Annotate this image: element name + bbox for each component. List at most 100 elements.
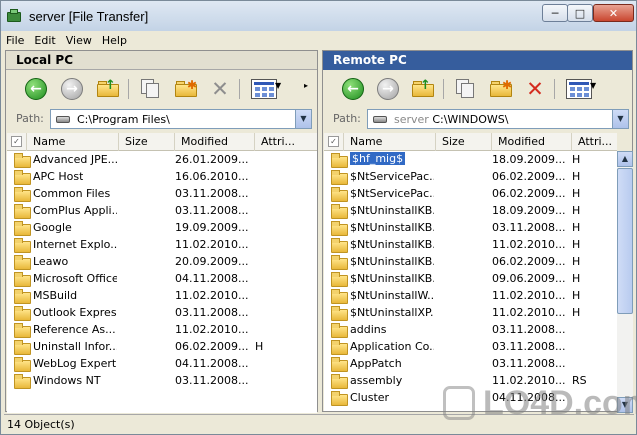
list-item[interactable]: $NtServicePac... 06.02.2009... H — [324, 185, 617, 202]
remote-copy-button[interactable] — [453, 77, 477, 101]
list-item[interactable]: Uninstall Infor... 06.02.2009... H — [7, 338, 317, 355]
local-path-row: Path: C:\Program Files\ ▼ — [6, 107, 317, 130]
list-item[interactable]: $NtUninstallKB... 18.09.2009... H — [324, 202, 617, 219]
file-modified: 11.02.2010... — [492, 306, 566, 319]
chevron-down-icon[interactable]: ▼ — [612, 110, 628, 128]
file-modified: 03.11.2008... — [175, 374, 249, 387]
remote-new-folder-button[interactable]: ✱ — [489, 77, 513, 101]
list-item[interactable]: Internet Explo... 11.02.2010... — [7, 236, 317, 253]
list-item[interactable]: AppPatch 03.11.2008... — [324, 355, 617, 372]
file-modified: 03.11.2008... — [175, 187, 249, 200]
list-item[interactable]: $NtUninstallKB... 11.02.2010... H — [324, 236, 617, 253]
file-attributes: H — [572, 221, 581, 234]
lock-icon — [443, 386, 475, 420]
file-modified: 03.11.2008... — [492, 340, 566, 353]
local-up-button[interactable]: ↑ — [96, 77, 120, 101]
file-name: APC Host — [33, 170, 84, 183]
column-name[interactable]: Name — [344, 133, 436, 151]
toolbar-separator — [554, 79, 555, 99]
folder-icon — [14, 289, 31, 304]
local-delete-button[interactable]: ✕ — [208, 77, 232, 101]
list-item[interactable]: ComPlus Appli... 03.11.2008... — [7, 202, 317, 219]
remote-up-button[interactable]: ↑ — [411, 77, 435, 101]
list-item[interactable]: Google 19.09.2009... — [7, 219, 317, 236]
file-name: AppPatch — [350, 357, 402, 370]
menu-edit[interactable]: Edit — [29, 32, 60, 50]
remote-path-label: Path: — [333, 112, 361, 125]
view-dropdown-arrow-icon[interactable]: ▼ — [275, 81, 281, 90]
select-all-checkbox[interactable]: ✓ — [324, 133, 344, 151]
folder-icon — [331, 306, 348, 321]
file-name: MSBuild — [33, 289, 78, 302]
file-name: Leawo — [33, 255, 69, 268]
column-size[interactable]: Size — [119, 133, 175, 151]
column-name[interactable]: Name — [27, 133, 119, 151]
remote-path-combobox[interactable]: server C:\WINDOWS\ ▼ — [367, 109, 629, 129]
list-item[interactable]: $NtUninstallXP... 11.02.2010... H — [324, 304, 617, 321]
list-item[interactable]: MSBuild 11.02.2010... — [7, 287, 317, 304]
folder-icon — [331, 153, 348, 168]
local-back-button[interactable]: ← — [24, 77, 48, 101]
copy-icon — [139, 79, 161, 99]
copy-icon — [454, 79, 476, 99]
file-name: ComPlus Appli... — [33, 204, 117, 217]
scroll-up-icon[interactable]: ▲ — [617, 151, 633, 167]
list-item[interactable]: $hf_mig$ 18.09.2009... H — [324, 151, 617, 168]
list-item[interactable]: WebLog Expert 04.11.2008... — [7, 355, 317, 372]
list-item[interactable]: $NtUninstallKB... 06.02.2009... H — [324, 253, 617, 270]
chevron-down-icon[interactable]: ▼ — [295, 110, 311, 128]
server-name: server — [394, 113, 429, 126]
menu-view[interactable]: View — [61, 32, 97, 50]
local-new-folder-button[interactable]: ✱ — [174, 77, 198, 101]
list-item[interactable]: Reference As... 11.02.2010... — [7, 321, 317, 338]
list-item[interactable]: $NtUninstallKB... 03.11.2008... H — [324, 219, 617, 236]
file-name: Uninstall Infor... — [33, 340, 117, 353]
local-forward-button[interactable]: → — [60, 77, 84, 101]
local-path-combobox[interactable]: C:\Program Files\ ▼ — [50, 109, 312, 129]
list-item[interactable]: Windows NT 03.11.2008... — [7, 372, 317, 389]
menu-help[interactable]: Help — [97, 32, 132, 50]
list-item[interactable]: Outlook Express 03.11.2008... — [7, 304, 317, 321]
column-modified[interactable]: Modified — [492, 133, 572, 151]
file-name: Application Co... — [350, 340, 434, 353]
list-item[interactable]: APC Host 16.06.2010... — [7, 168, 317, 185]
forward-arrow-icon: → — [61, 78, 83, 100]
folder-icon — [331, 238, 348, 253]
list-item[interactable]: Leawo 20.09.2009... — [7, 253, 317, 270]
toolbar-overflow-icon[interactable]: ▸ — [304, 81, 308, 90]
column-attributes[interactable]: Attri... — [255, 133, 317, 151]
list-item[interactable]: $NtUninstallKB... 09.06.2009... H — [324, 270, 617, 287]
new-folder-icon: ✱ — [490, 78, 512, 98]
remote-delete-button[interactable]: ✕ — [523, 77, 547, 101]
scroll-thumb[interactable] — [617, 168, 633, 314]
menu-file[interactable]: File — [1, 32, 29, 50]
list-item[interactable]: $NtUninstallW... 11.02.2010... H — [324, 287, 617, 304]
list-item[interactable]: Microsoft Office 04.11.2008... — [7, 270, 317, 287]
local-copy-button[interactable] — [138, 77, 162, 101]
list-item[interactable]: $NtServicePac... 06.02.2009... H — [324, 168, 617, 185]
app-folder-icon — [7, 9, 23, 23]
folder-icon — [331, 255, 348, 270]
title-bar[interactable]: server [File Transfer] ─ □ ✕ — [1, 1, 636, 31]
minimize-button[interactable]: ─ — [542, 4, 568, 22]
file-modified: 06.02.2009... — [175, 340, 249, 353]
list-item[interactable]: addins 03.11.2008... — [324, 321, 617, 338]
file-name: $NtServicePac... — [350, 187, 434, 200]
list-item[interactable]: Common Files 03.11.2008... — [7, 185, 317, 202]
remote-back-button[interactable]: ← — [341, 77, 365, 101]
list-item[interactable]: Advanced JPE... 26.01.2009... — [7, 151, 317, 168]
list-item[interactable]: Application Co... 03.11.2008... — [324, 338, 617, 355]
view-dropdown-arrow-icon[interactable]: ▼ — [590, 81, 596, 90]
column-size[interactable]: Size — [436, 133, 492, 151]
select-all-checkbox[interactable]: ✓ — [7, 133, 27, 151]
toolbar-separator — [239, 79, 240, 99]
column-modified[interactable]: Modified — [175, 133, 255, 151]
file-modified: 18.09.2009... — [492, 204, 566, 217]
remote-forward-button[interactable]: → — [376, 77, 400, 101]
remote-path-row: Path: server C:\WINDOWS\ ▼ — [323, 107, 632, 130]
close-button[interactable]: ✕ — [593, 4, 634, 22]
maximize-button[interactable]: □ — [567, 4, 593, 22]
column-attributes[interactable]: Attri... — [572, 133, 617, 151]
remote-vertical-scrollbar[interactable]: ▲ ▼ — [617, 151, 633, 413]
forward-arrow-icon: → — [377, 78, 399, 100]
